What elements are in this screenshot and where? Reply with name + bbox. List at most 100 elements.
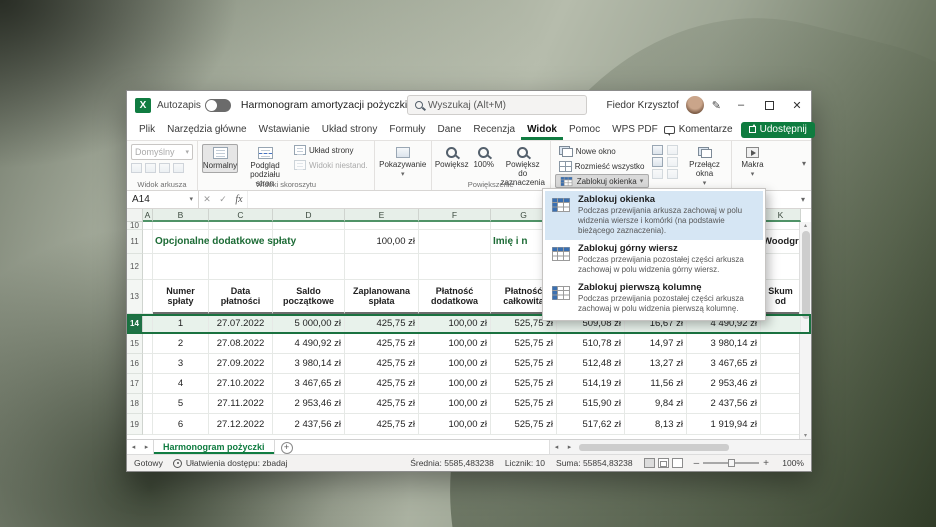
page-break-view-shortcut-icon[interactable] (672, 458, 683, 468)
hide-window-icon[interactable] (652, 157, 663, 167)
cell-F12[interactable] (419, 254, 491, 280)
row-header-15[interactable]: 15 (127, 334, 143, 354)
add-sheet-button[interactable]: + (281, 442, 293, 454)
cell-C16[interactable]: 27.09.2022 (209, 354, 273, 374)
cell-J18[interactable]: 2 437,56 zł (687, 394, 761, 414)
cell-A10[interactable] (143, 222, 153, 230)
cell-C15[interactable]: 27.08.2022 (209, 334, 273, 354)
cell-J15[interactable]: 3 980,14 zł (687, 334, 761, 354)
column-header-F[interactable]: F (419, 209, 491, 222)
ribbon-tab-widok[interactable]: Widok (521, 119, 563, 140)
pencil-icon[interactable]: ✎ (712, 99, 721, 112)
column-header-E[interactable]: E (345, 209, 419, 222)
cell-F19[interactable]: 100,00 zł (419, 414, 491, 435)
sheet-nav-right-icon[interactable]: ▸ (140, 440, 153, 454)
column-header-B[interactable]: B (153, 209, 209, 222)
cell-B12[interactable] (153, 254, 209, 280)
cell-D19[interactable]: 2 437,56 zł (273, 414, 345, 435)
row-header-14[interactable]: 14 (127, 314, 143, 334)
ribbon-tab-wps-pdf[interactable]: WPS PDF (606, 119, 664, 140)
cell-B13[interactable]: Numer spłaty (153, 280, 209, 314)
cell-E14[interactable]: 425,75 zł (345, 314, 419, 334)
minimize-button[interactable]: – (727, 91, 755, 119)
horizontal-scroll-thumb[interactable] (579, 444, 729, 451)
cell-D10[interactable] (273, 222, 345, 230)
confirm-entry-icon[interactable]: ✓ (215, 194, 231, 205)
cell-B15[interactable]: 2 (153, 334, 209, 354)
cell-E10[interactable] (345, 222, 419, 230)
cell-B19[interactable]: 6 (153, 414, 209, 435)
scroll-down-icon[interactable]: ▾ (804, 432, 807, 439)
zoom-100-button[interactable]: 100% (471, 144, 497, 172)
sheet-view-icon[interactable] (131, 163, 142, 173)
ribbon-tab-wstawianie[interactable]: Wstawianie (253, 119, 316, 140)
custom-views-button[interactable]: Widoki niestand. (292, 159, 370, 171)
ribbon-tab-formuły[interactable]: Formuły (383, 119, 431, 140)
cancel-entry-icon[interactable]: ✕ (199, 194, 215, 205)
reset-window-position-icon[interactable] (667, 169, 678, 179)
cell-I16[interactable]: 13,27 zł (625, 354, 687, 374)
cell-K18[interactable] (761, 394, 801, 414)
cell-D13[interactable]: Saldo początkowe (273, 280, 345, 314)
column-header-A[interactable]: A (143, 209, 153, 222)
cell-I15[interactable]: 14,97 zł (625, 334, 687, 354)
share-button[interactable]: Udostępnij (741, 122, 815, 138)
view-side-by-side-icon[interactable] (667, 145, 678, 155)
cell-H16[interactable]: 512,48 zł (557, 354, 625, 374)
cell-K12[interactable] (761, 254, 801, 280)
scroll-up-icon[interactable]: ▴ (804, 222, 807, 229)
arrange-all-button[interactable]: Rozmieść wszystko (555, 159, 649, 173)
cell-I18[interactable]: 9,84 zł (625, 394, 687, 414)
normal-view-button[interactable]: Normalny (202, 144, 238, 173)
cell-C10[interactable] (209, 222, 273, 230)
row-header-10[interactable]: 10 (127, 222, 143, 230)
cell-E13[interactable]: Zaplanowana spłata (345, 280, 419, 314)
cell-E17[interactable]: 425,75 zł (345, 374, 419, 394)
switch-windows-button[interactable]: Przełącz okna ▾ (683, 144, 727, 190)
ribbon-tab-recenzja[interactable]: Recenzja (467, 119, 521, 140)
page-layout-view-shortcut-icon[interactable] (658, 458, 669, 468)
cell-K14[interactable] (761, 314, 801, 334)
cell-D12[interactable] (273, 254, 345, 280)
cell-D15[interactable]: 4 490,92 zł (273, 334, 345, 354)
row-header-18[interactable]: 18 (127, 394, 143, 414)
cell-D17[interactable]: 3 467,65 zł (273, 374, 345, 394)
normal-view-shortcut-icon[interactable] (644, 458, 655, 468)
ribbon-collapse-icon[interactable]: ▾ (802, 159, 806, 168)
cell-B16[interactable]: 3 (153, 354, 209, 374)
cell-B17[interactable]: 4 (153, 374, 209, 394)
macros-button[interactable]: Makra ▾ (736, 144, 770, 181)
page-layout-button[interactable]: Układ strony (292, 144, 370, 156)
cell-G16[interactable]: 525,75 zł (491, 354, 557, 374)
cell-A13[interactable] (143, 280, 153, 314)
cell-A12[interactable] (143, 254, 153, 280)
cell-K17[interactable] (761, 374, 801, 394)
cell-A19[interactable] (143, 414, 153, 435)
cell-E19[interactable]: 425,75 zł (345, 414, 419, 435)
horizontal-scrollbar[interactable]: ◂ ▸ (549, 440, 811, 454)
cell-C19[interactable]: 27.12.2022 (209, 414, 273, 435)
sheet-nav-left-icon[interactable]: ◂ (127, 440, 140, 454)
cell-F16[interactable]: 100,00 zł (419, 354, 491, 374)
sheet-tab-active[interactable]: Harmonogram pożyczki (153, 440, 275, 454)
cell-F17[interactable]: 100,00 zł (419, 374, 491, 394)
close-button[interactable]: ✕ (783, 91, 811, 119)
split-icon[interactable] (652, 145, 663, 155)
cell-B11[interactable]: Opcjonalne dodatkowe spłaty (153, 230, 209, 254)
insert-function-button[interactable]: fx (231, 194, 247, 205)
search-box[interactable]: Wyszukaj (Alt+M) (407, 95, 587, 115)
menu-item-freeze-top-row[interactable]: Zablokuj górny wierszPodczas przewijania… (545, 240, 763, 279)
cell-F11[interactable] (419, 230, 491, 254)
cell-G18[interactable]: 525,75 zł (491, 394, 557, 414)
ribbon-tab-dane[interactable]: Dane (431, 119, 467, 140)
row-header-13[interactable]: 13 (127, 280, 143, 314)
cell-C14[interactable]: 27.07.2022 (209, 314, 273, 334)
menu-item-freeze-first-column[interactable]: Zablokuj pierwszą kolumnęPodczas przewij… (545, 279, 763, 318)
cell-A16[interactable] (143, 354, 153, 374)
cell-E11[interactable]: 100,00 zł (345, 230, 419, 254)
hscroll-left-icon[interactable]: ◂ (550, 443, 563, 451)
zoom-in-button[interactable]: + (763, 458, 769, 469)
row-header-19[interactable]: 19 (127, 414, 143, 435)
cell-C17[interactable]: 27.10.2022 (209, 374, 273, 394)
avatar[interactable] (686, 96, 704, 114)
